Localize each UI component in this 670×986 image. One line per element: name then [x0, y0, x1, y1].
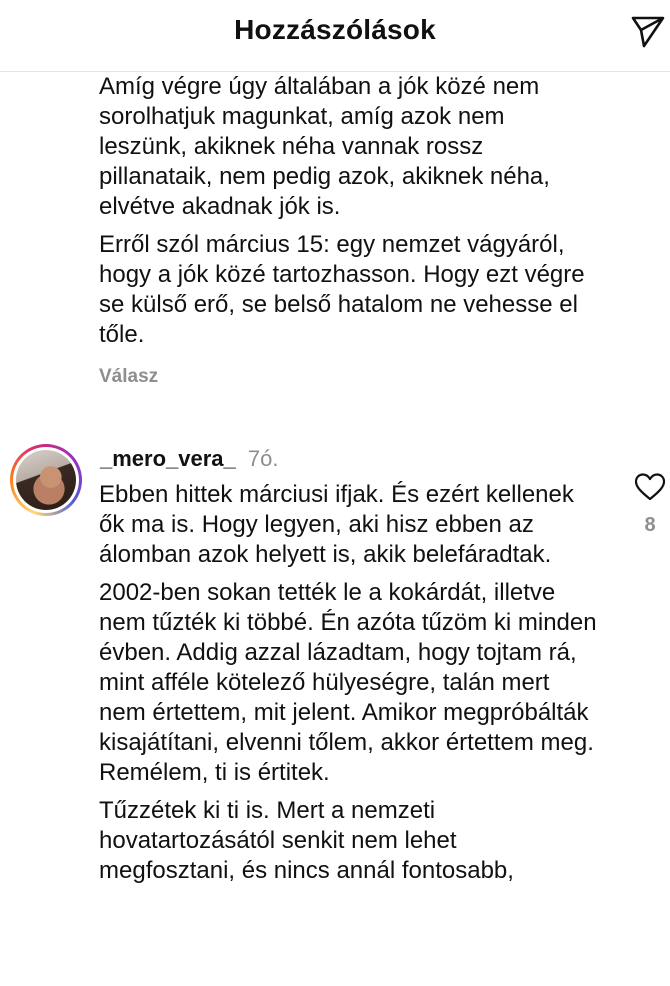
- comment-paragraph: 2002-ben sokan tették le a kokárdát, ill…: [99, 579, 597, 786]
- like-area: 8: [630, 472, 670, 537]
- like-count: 8: [644, 514, 656, 536]
- comment-time: 7ó.: [247, 446, 279, 471]
- reply-button[interactable]: Válasz: [99, 366, 158, 388]
- comment-paragraph: Tűzzétek ki ti is. Mert a nemzeti hovata…: [99, 797, 514, 884]
- previous-comment-body: Amíg végre úgy általában a jók közé nem …: [99, 72, 599, 350]
- comment-meta: _mero_vera_ 7ó.: [100, 446, 279, 472]
- avatar-image: [16, 450, 76, 510]
- comment-body: Ebben hittek márciusi ifjak. És ezért ke…: [99, 480, 599, 886]
- avatar[interactable]: [10, 444, 82, 516]
- comment-paragraph: Amíg végre úgy általában a jók közé nem …: [99, 73, 550, 220]
- send-icon[interactable]: [628, 10, 668, 50]
- header: Hozzászólások: [0, 0, 670, 72]
- comment-paragraph: Erről szól március 15: egy nemzet vágyár…: [99, 231, 585, 348]
- comment-paragraph: Ebben hittek márciusi ifjak. És ezért ke…: [99, 481, 574, 568]
- page-title: Hozzászólások: [234, 14, 436, 45]
- comments-list[interactable]: Amíg végre úgy általában a jók közé nem …: [0, 72, 670, 986]
- heart-icon[interactable]: [634, 472, 666, 502]
- avatar-frame: [13, 447, 79, 513]
- username-link[interactable]: _mero_vera_: [100, 446, 236, 471]
